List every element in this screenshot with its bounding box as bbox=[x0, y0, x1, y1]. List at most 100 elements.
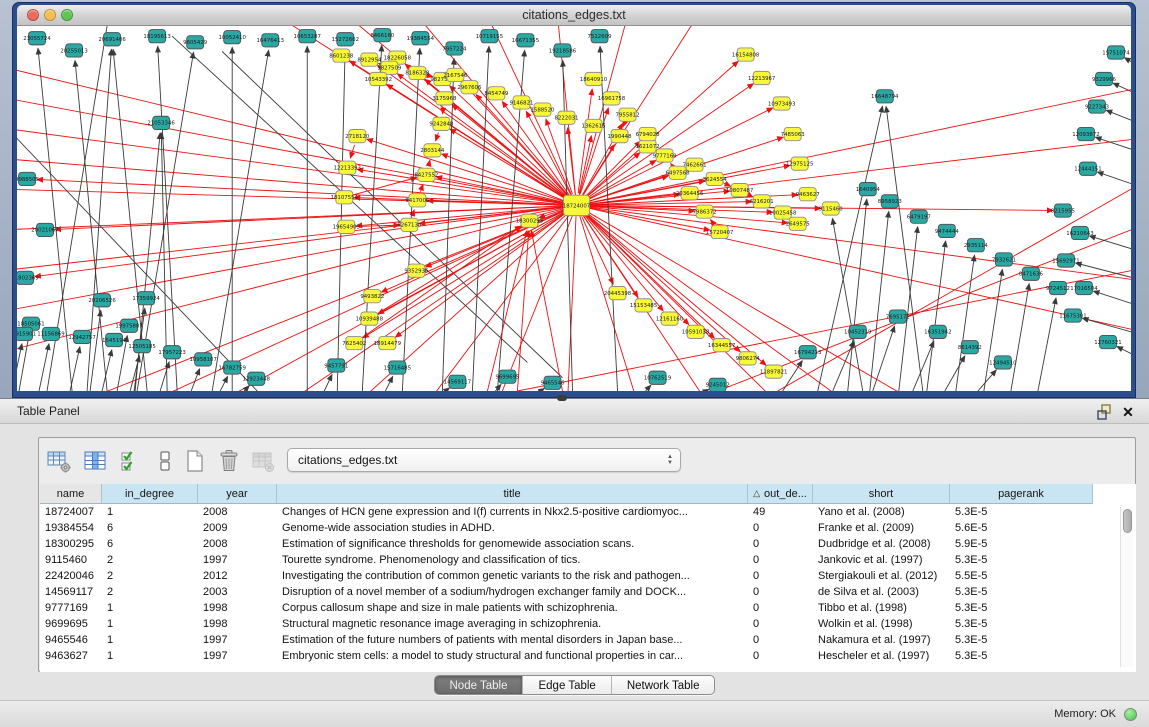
cell-title[interactable]: Investigating the contribution of common… bbox=[277, 568, 748, 584]
cell-short[interactable]: de Silva et al. (2003) bbox=[813, 584, 950, 600]
cell-short[interactable]: Hescheler et al. (1997) bbox=[813, 648, 950, 664]
panel-resize-grip[interactable] bbox=[557, 395, 567, 401]
cell-pagerank[interactable]: 5.3E-5 bbox=[950, 616, 1093, 632]
table-scrollbar[interactable] bbox=[1120, 507, 1133, 667]
cell-out_degree[interactable]: 0 bbox=[748, 536, 813, 552]
cell-pagerank[interactable]: 5.3E-5 bbox=[950, 504, 1093, 520]
cell-title[interactable]: Estimation of the future numbers of pati… bbox=[277, 632, 748, 648]
float-panel-icon[interactable] bbox=[1095, 403, 1113, 421]
cell-short[interactable]: Wolkin et al. (1998) bbox=[813, 616, 950, 632]
network-canvas[interactable]: 2305572420255013206914061819561396054291… bbox=[17, 26, 1131, 391]
cell-in_degree[interactable]: 2 bbox=[102, 584, 198, 600]
table-scrollbar-thumb[interactable] bbox=[1123, 509, 1132, 533]
cell-year[interactable]: 2003 bbox=[198, 584, 277, 600]
cell-short[interactable]: Nakamura et al. (1997) bbox=[813, 632, 950, 648]
table-row[interactable]: 977716911998Corpus callosum shape and si… bbox=[40, 600, 1136, 616]
cell-year[interactable]: 2008 bbox=[198, 504, 277, 520]
cell-title[interactable]: Embryonic stem cells: a model to study s… bbox=[277, 648, 748, 664]
cell-name[interactable]: 18724007 bbox=[40, 504, 102, 520]
cell-pagerank[interactable]: 5.3E-5 bbox=[950, 648, 1093, 664]
cell-out_degree[interactable]: 49 bbox=[748, 504, 813, 520]
table-row[interactable]: 946554611997Estimation of the future num… bbox=[40, 632, 1136, 648]
cell-short[interactable]: Jankovic et al. (1997) bbox=[813, 552, 950, 568]
cell-title[interactable]: Tourette syndrome. Phenomenology and cla… bbox=[277, 552, 748, 568]
table-mode-icon[interactable] bbox=[45, 447, 73, 475]
cell-out_degree[interactable]: 0 bbox=[748, 520, 813, 536]
cell-pagerank[interactable]: 5.3E-5 bbox=[950, 632, 1093, 648]
cell-title[interactable]: Changes of HCN gene expression and I(f) … bbox=[277, 504, 748, 520]
cell-year[interactable]: 1998 bbox=[198, 600, 277, 616]
table-row[interactable]: 1830029562008Estimation of significance … bbox=[40, 536, 1136, 552]
column-header-in_degree[interactable]: in_degree bbox=[102, 484, 198, 504]
table-row[interactable]: 969969511998Structural magnetic resonanc… bbox=[40, 616, 1136, 632]
cell-name[interactable]: 9115460 bbox=[40, 552, 102, 568]
cell-year[interactable]: 2012 bbox=[198, 568, 277, 584]
cell-year[interactable]: 1997 bbox=[198, 552, 277, 568]
cell-short[interactable]: Franke et al. (2009) bbox=[813, 520, 950, 536]
cell-name[interactable]: 9699695 bbox=[40, 616, 102, 632]
window-titlebar[interactable]: citations_edges.txt bbox=[17, 5, 1131, 26]
cell-out_degree[interactable]: 0 bbox=[748, 584, 813, 600]
cell-pagerank[interactable]: 5.3E-5 bbox=[950, 584, 1093, 600]
cell-pagerank[interactable]: 5.9E-5 bbox=[950, 536, 1093, 552]
new-document-icon[interactable] bbox=[181, 447, 209, 475]
cell-title[interactable]: Estimation of significance thresholds fo… bbox=[277, 536, 748, 552]
cell-in_degree[interactable]: 2 bbox=[102, 568, 198, 584]
cell-out_degree[interactable]: 0 bbox=[748, 600, 813, 616]
column-header-pagerank[interactable]: pagerank bbox=[950, 484, 1093, 504]
cell-in_degree[interactable]: 2 bbox=[102, 552, 198, 568]
cell-title[interactable]: Corpus callosum shape and size in male p… bbox=[277, 600, 748, 616]
cell-title[interactable]: Genome-wide association studies in ADHD. bbox=[277, 520, 748, 536]
table-selector-combobox[interactable]: citations_edges.txt ▲▼ bbox=[287, 448, 681, 472]
table-row[interactable]: 2242004622012Investigating the contribut… bbox=[40, 568, 1136, 584]
cell-name[interactable]: 9465546 bbox=[40, 632, 102, 648]
table-row[interactable]: 946362711997Embryonic stem cells: a mode… bbox=[40, 648, 1136, 664]
table-row[interactable]: 911546021997Tourette syndrome. Phenomeno… bbox=[40, 552, 1136, 568]
column-header-title[interactable]: title bbox=[277, 484, 748, 504]
tab-node-table[interactable]: Node Table bbox=[435, 676, 523, 694]
cell-in_degree[interactable]: 1 bbox=[102, 632, 198, 648]
cell-year[interactable]: 2009 bbox=[198, 520, 277, 536]
cell-name[interactable]: 9777169 bbox=[40, 600, 102, 616]
cell-title[interactable]: Disruption of a novel member of a sodium… bbox=[277, 584, 748, 600]
delete-table-icon[interactable] bbox=[249, 447, 277, 475]
column-header-out_degree[interactable]: △out_de... bbox=[748, 484, 813, 504]
close-panel-icon[interactable]: ✕ bbox=[1119, 403, 1137, 421]
column-header-year[interactable]: year bbox=[198, 484, 277, 504]
cell-short[interactable]: Stergiakouli et al. (2012) bbox=[813, 568, 950, 584]
cell-pagerank[interactable]: 5.3E-5 bbox=[950, 552, 1093, 568]
cell-year[interactable]: 1998 bbox=[198, 616, 277, 632]
cell-in_degree[interactable]: 1 bbox=[102, 648, 198, 664]
close-window-button[interactable] bbox=[27, 9, 39, 21]
cell-out_degree[interactable]: 0 bbox=[748, 616, 813, 632]
tab-network-table[interactable]: Network Table bbox=[611, 676, 715, 694]
cell-out_degree[interactable]: 0 bbox=[748, 632, 813, 648]
cell-name[interactable]: 19384554 bbox=[40, 520, 102, 536]
cell-out_degree[interactable]: 0 bbox=[748, 552, 813, 568]
row-select-icon[interactable] bbox=[117, 447, 145, 475]
table-row[interactable]: 1938455462009Genome-wide association stu… bbox=[40, 520, 1136, 536]
cell-name[interactable]: 14569117 bbox=[40, 584, 102, 600]
cell-pagerank[interactable]: 5.3E-5 bbox=[950, 600, 1093, 616]
cell-out_degree[interactable]: 0 bbox=[748, 648, 813, 664]
table-row[interactable]: 1456911722003Disruption of a novel membe… bbox=[40, 584, 1136, 600]
cell-name[interactable]: 9463627 bbox=[40, 648, 102, 664]
cell-year[interactable]: 1997 bbox=[198, 648, 277, 664]
cell-pagerank[interactable]: 5.5E-5 bbox=[950, 568, 1093, 584]
delete-trash-icon[interactable] bbox=[215, 447, 243, 475]
table-row[interactable]: 1872400712008Changes of HCN gene express… bbox=[40, 504, 1136, 520]
cell-out_degree[interactable]: 0 bbox=[748, 568, 813, 584]
tab-edge-table[interactable]: Edge Table bbox=[522, 676, 610, 694]
cell-name[interactable]: 18300295 bbox=[40, 536, 102, 552]
cell-in_degree[interactable]: 6 bbox=[102, 520, 198, 536]
row-height-icon[interactable] bbox=[151, 447, 179, 475]
column-header-name[interactable]: name bbox=[40, 484, 102, 504]
zoom-window-button[interactable] bbox=[61, 9, 73, 21]
column-header-short[interactable]: short bbox=[813, 484, 950, 504]
cell-in_degree[interactable]: 1 bbox=[102, 600, 198, 616]
cell-year[interactable]: 1997 bbox=[198, 632, 277, 648]
minimize-window-button[interactable] bbox=[44, 9, 56, 21]
cell-pagerank[interactable]: 5.6E-5 bbox=[950, 520, 1093, 536]
cell-in_degree[interactable]: 1 bbox=[102, 616, 198, 632]
cell-in_degree[interactable]: 6 bbox=[102, 536, 198, 552]
